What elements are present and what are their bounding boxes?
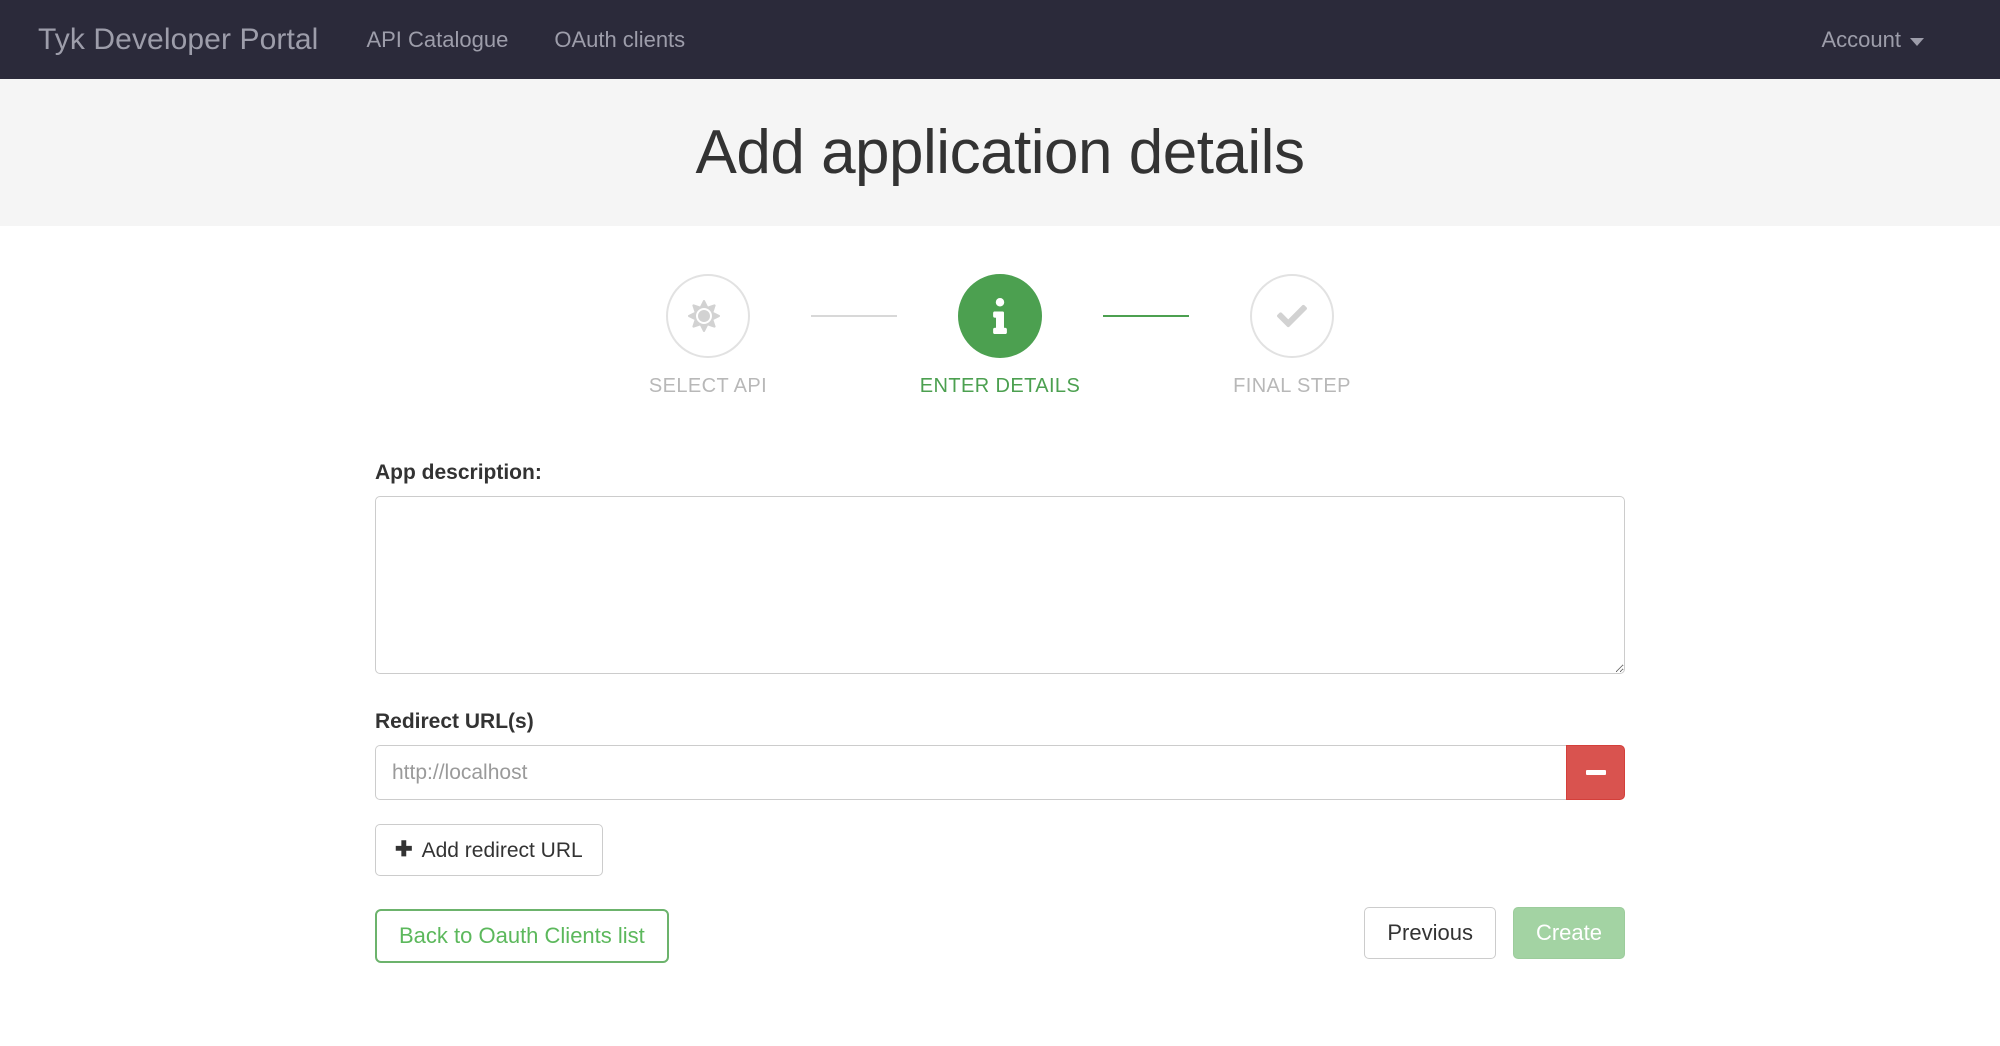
nav-link-oauth-clients[interactable]: OAuth clients [554, 29, 685, 51]
step-select-api[interactable]: SELECT API [605, 274, 811, 396]
wizard-nav-buttons: Previous Create [1364, 907, 1625, 959]
step-final-label: FINAL STEP [1233, 376, 1351, 396]
nav-link-api-catalogue[interactable]: API Catalogue [366, 29, 508, 51]
primary-nav: API Catalogue OAuth clients [366, 29, 685, 51]
back-to-oauth-clients-button[interactable]: Back to Oauth Clients list [375, 909, 669, 963]
info-icon [993, 298, 1007, 334]
brand-logo-link[interactable]: Tyk Developer Portal [38, 25, 318, 55]
gears-icon [688, 298, 728, 334]
previous-button[interactable]: Previous [1364, 907, 1496, 959]
caret-down-icon [1910, 38, 1924, 46]
application-details-form: App description: Redirect URL(s) ✚ Add r… [375, 396, 1625, 963]
step-select-api-circle[interactable] [666, 274, 750, 358]
add-redirect-url-button[interactable]: ✚ Add redirect URL [375, 824, 603, 876]
app-description-label: App description: [375, 462, 1625, 483]
step-enter-details-label: ENTER DETAILS [920, 376, 1080, 396]
navbar-right-section: Account [1822, 29, 1963, 51]
step-connector-1 [811, 315, 897, 317]
step-connector-2 [1103, 315, 1189, 317]
plus-icon: ✚ [395, 839, 413, 860]
check-icon [1273, 301, 1311, 331]
app-description-textarea[interactable] [375, 496, 1625, 674]
remove-redirect-url-button[interactable] [1566, 745, 1625, 800]
top-navbar: Tyk Developer Portal API Catalogue OAuth… [0, 0, 2000, 79]
account-label: Account [1822, 29, 1902, 51]
step-final[interactable]: FINAL STEP [1189, 274, 1395, 396]
form-actions: Back to Oauth Clients list Previous Crea… [375, 909, 1625, 963]
create-button[interactable]: Create [1513, 907, 1625, 959]
redirect-url-row [375, 745, 1625, 800]
page-header-band: Add application details [0, 79, 2000, 226]
page-title: Add application details [696, 122, 1305, 184]
step-enter-details[interactable]: ENTER DETAILS [897, 274, 1103, 396]
wizard-stepper: SELECT API ENTER DETAILS FINAL STEP [0, 274, 2000, 396]
add-redirect-url-label: Add redirect URL [422, 840, 583, 861]
step-enter-details-circle[interactable] [958, 274, 1042, 358]
redirect-urls-section: Redirect URL(s) ✚ Add redirect URL [375, 711, 1625, 876]
minus-icon [1586, 770, 1606, 775]
page-content: SELECT API ENTER DETAILS FINAL STEP [0, 226, 2000, 963]
step-select-api-label: SELECT API [649, 376, 767, 396]
redirect-urls-label: Redirect URL(s) [375, 711, 1625, 732]
redirect-url-input[interactable] [375, 745, 1566, 800]
step-final-circle[interactable] [1250, 274, 1334, 358]
account-dropdown-toggle[interactable]: Account [1822, 29, 1925, 51]
